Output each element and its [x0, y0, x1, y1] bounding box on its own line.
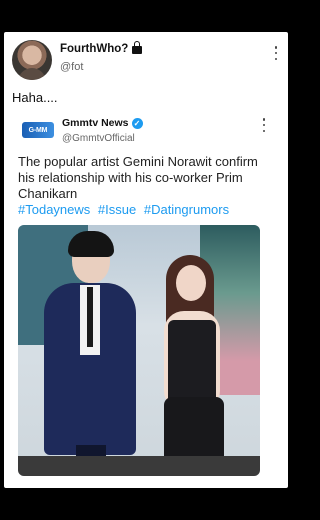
author-name-row[interactable]: FourthWho?	[60, 40, 143, 55]
post-text: Haha....	[12, 90, 58, 105]
verified-badge-icon: ✓	[131, 117, 143, 129]
hashtag-link[interactable]: #Todaynews	[18, 202, 90, 217]
photo-figure	[168, 320, 216, 400]
author-handle: @fot	[60, 61, 84, 73]
quoted-more-options-icon[interactable]	[262, 118, 266, 132]
post-photo[interactable]	[18, 225, 260, 476]
quoted-post[interactable]: G-MM Gmmtv News ✓ @GmmtvOfficial The pop…	[4, 112, 288, 488]
quoted-text: The popular artist Gemini Norawit confir…	[18, 154, 258, 201]
quoted-author-handle: @GmmtvOfficial	[62, 133, 135, 144]
hashtag-link[interactable]: #Issue	[98, 202, 136, 217]
post-card[interactable]: FourthWho? @fot Haha.... G-MM Gmmtv News…	[4, 32, 288, 488]
avatar-figure	[18, 68, 46, 80]
quoted-author-name[interactable]: Gmmtv News	[62, 117, 129, 129]
hashtag-link[interactable]: #Datingrumors	[144, 202, 229, 217]
photo-stage-floor	[18, 456, 260, 476]
photo-figure	[87, 287, 93, 347]
hashtag-list: #Todaynews #Issue #Datingrumors	[18, 202, 233, 217]
quoted-author-row[interactable]: Gmmtv News ✓	[62, 117, 143, 129]
author-avatar[interactable]	[12, 40, 52, 80]
more-options-icon[interactable]	[274, 46, 278, 60]
gmmtv-logo: G-MM	[22, 122, 54, 138]
photo-figure	[68, 231, 114, 257]
author-name[interactable]: FourthWho?	[60, 43, 128, 55]
photo-figure	[176, 265, 206, 301]
lock-icon	[132, 40, 143, 54]
